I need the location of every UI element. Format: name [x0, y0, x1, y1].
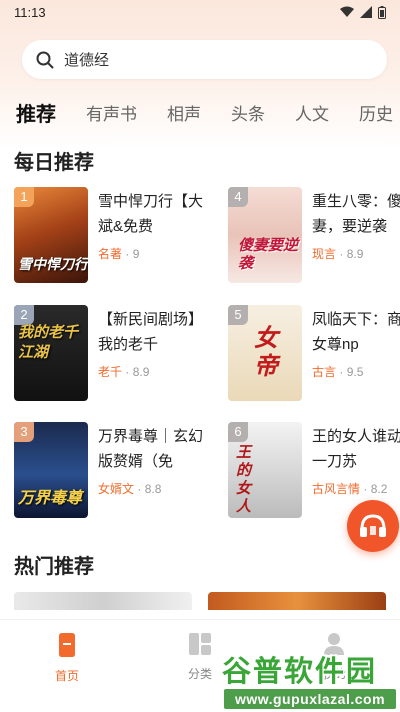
grid-icon	[189, 633, 211, 655]
rank-badge: 3	[14, 422, 34, 442]
book-cover: 6 王的女人	[228, 422, 302, 518]
book-title: 万界毒尊｜玄幻版赘婿（免	[98, 428, 204, 470]
signal-icon	[360, 6, 372, 18]
book-category: 女婿文	[98, 482, 135, 496]
book-title: 王的女人谁动｜一刀苏	[312, 428, 400, 470]
book-cover: 5 女帝	[228, 305, 302, 401]
book-card[interactable]: 5 女帝 凤临天下：商｜女尊np 古言 · 9.5	[228, 305, 400, 405]
category-tabs: 推荐 有声书 相声 头条 人文 历史	[0, 94, 400, 130]
rank-badge: 6	[228, 422, 248, 442]
headphones-icon	[360, 514, 386, 537]
book-meta: 古言 · 9.5	[312, 363, 363, 380]
watermark-title: 谷普软件园	[222, 656, 378, 688]
nav-home-label: 首页	[54, 669, 79, 683]
book-score: · 8.2	[363, 482, 388, 496]
status-bar: 11:13	[0, 0, 400, 24]
book-card[interactable]: 1 雪中悍刀行 雪中悍刀行【大斌&免费 名著 · 9	[14, 187, 214, 287]
book-meta: 老千 · 8.9	[98, 363, 149, 380]
tab-headlines[interactable]: 头条	[231, 100, 265, 125]
battery-icon	[378, 5, 386, 19]
nav-home[interactable]: 首页	[37, 632, 97, 684]
search-query: 道德经	[64, 52, 110, 69]
book-category: 古言	[312, 365, 337, 379]
audio-player-button[interactable]	[347, 500, 399, 552]
status-time: 11:13	[14, 4, 46, 20]
daily-section-title: 每日推荐	[14, 152, 94, 174]
hot-section-title: 热门推荐	[14, 556, 94, 578]
cover-title: 我的老千江湖	[18, 324, 79, 361]
tab-crosstalk[interactable]: 相声	[167, 100, 201, 125]
cover-title: 雪中悍刀行	[18, 256, 88, 272]
rank-badge: 2	[14, 305, 34, 325]
book-card[interactable]: 3 万界毒尊 万界毒尊｜玄幻版赘婿（免 女婿文 · 8.8	[14, 422, 214, 522]
cover-title: 万界毒尊	[18, 490, 83, 507]
tab-recommend[interactable]: 推荐	[16, 98, 56, 127]
home-icon	[59, 633, 75, 657]
book-score: · 8.9	[339, 247, 364, 261]
book-meta: 名著 · 9	[98, 245, 139, 262]
tab-audiobook[interactable]: 有声书	[86, 100, 137, 125]
tab-history[interactable]: 历史	[359, 100, 393, 125]
book-meta: 女婿文 · 8.8	[98, 480, 161, 497]
search-bar[interactable]: 道德经	[22, 40, 387, 79]
book-score: · 9	[125, 247, 140, 261]
book-category: 老千	[98, 365, 123, 379]
book-meta: 现言 · 8.9	[312, 245, 363, 262]
book-meta: 古风言情 · 8.2	[312, 480, 387, 497]
wifi-icon	[340, 6, 354, 17]
cover-title: 王的女人	[236, 444, 252, 515]
rank-badge: 4	[228, 187, 248, 207]
book-cover: 4 傻妻要逆袭	[228, 187, 302, 283]
book-card[interactable]: 2 我的老千江湖 【新民间剧场】我的老千 老千 · 8.9	[14, 305, 214, 405]
status-icons	[340, 5, 386, 19]
nav-category-label: 分类	[187, 667, 212, 681]
book-cover: 1 雪中悍刀行	[14, 187, 88, 283]
watermark: 谷普软件园 www.gupuxlazal.com	[222, 648, 400, 712]
book-score: · 8.8	[137, 482, 162, 496]
nav-category[interactable]: 分类	[170, 632, 230, 682]
book-category: 古风言情	[312, 482, 361, 496]
book-title: 【新民间剧场】我的老千	[98, 311, 204, 353]
book-title: 凤临天下：商｜女尊np	[312, 311, 400, 353]
book-card[interactable]: 4 傻妻要逆袭 重生八零：傻妻，要逆袭 现言 · 8.9	[228, 187, 400, 287]
book-title: 重生八零：傻妻，要逆袭	[312, 193, 400, 235]
hot-book-cover[interactable]	[208, 592, 386, 610]
book-score: · 8.9	[125, 365, 150, 379]
book-cover: 2 我的老千江湖	[14, 305, 88, 401]
hot-book-cover[interactable]	[14, 592, 192, 610]
rank-badge: 5	[228, 305, 248, 325]
search-icon	[36, 51, 54, 68]
book-category: 现言	[312, 247, 337, 261]
tab-humanities[interactable]: 人文	[295, 100, 329, 125]
book-title: 雪中悍刀行【大斌&免费	[98, 193, 204, 235]
book-category: 名著	[98, 247, 123, 261]
book-score: · 9.5	[339, 365, 364, 379]
cover-title: 女帝	[254, 325, 278, 380]
rank-badge: 1	[14, 187, 34, 207]
watermark-url: www.gupuxlazal.com	[224, 689, 396, 709]
cover-title: 傻妻要逆袭	[238, 237, 299, 272]
book-cover: 3 万界毒尊	[14, 422, 88, 518]
